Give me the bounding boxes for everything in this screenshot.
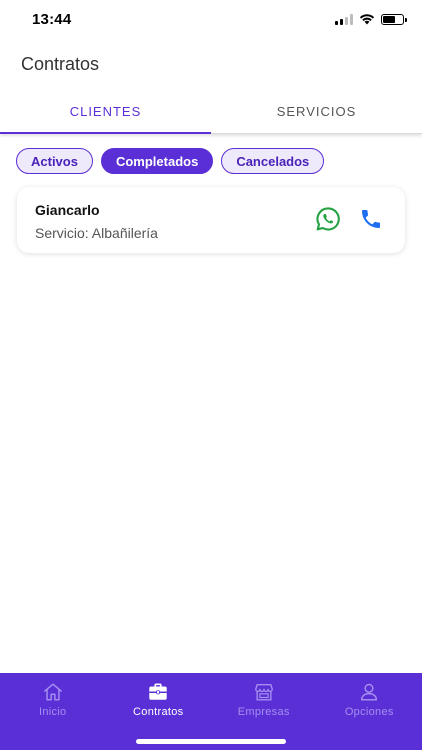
nav-item-opciones[interactable]: Opciones bbox=[317, 673, 422, 750]
status-icons bbox=[335, 13, 407, 25]
nav-label-empresas: Empresas bbox=[237, 706, 290, 718]
filter-chip-activos[interactable]: Activos bbox=[16, 148, 93, 174]
filter-chip-completados[interactable]: Completados bbox=[100, 148, 214, 174]
tab-servicios[interactable]: SERVICIOS bbox=[211, 90, 422, 133]
cellular-signal-icon bbox=[335, 13, 353, 25]
wifi-icon bbox=[359, 14, 375, 25]
user-icon bbox=[361, 683, 378, 701]
client-name: Giancarlo bbox=[35, 202, 100, 218]
phone-icon[interactable] bbox=[359, 207, 383, 231]
battery-icon bbox=[381, 13, 407, 25]
briefcase-icon bbox=[149, 683, 167, 700]
status-filter-chips: Activos Completados Cancelados bbox=[16, 148, 325, 174]
home-indicator bbox=[136, 739, 286, 744]
contract-card[interactable]: Giancarlo Servicio: Albañilería bbox=[17, 187, 405, 253]
service-type: Servicio: Albañilería bbox=[35, 225, 158, 241]
store-icon bbox=[254, 683, 273, 701]
tab-bar: CLIENTES SERVICIOS bbox=[0, 90, 422, 134]
nav-item-inicio[interactable]: Inicio bbox=[0, 673, 106, 750]
home-icon bbox=[43, 683, 62, 701]
whatsapp-icon[interactable] bbox=[315, 206, 341, 232]
status-time: 13:44 bbox=[32, 11, 72, 28]
filter-chip-cancelados[interactable]: Cancelados bbox=[221, 148, 325, 174]
nav-label-opciones: Opciones bbox=[344, 706, 394, 718]
status-bar: 13:44 bbox=[0, 0, 422, 40]
tab-clientes[interactable]: CLIENTES bbox=[0, 90, 211, 134]
nav-label-inicio: Inicio bbox=[39, 706, 67, 718]
nav-label-contratos: Contratos bbox=[133, 706, 184, 718]
page-title: Contratos bbox=[21, 54, 100, 74]
